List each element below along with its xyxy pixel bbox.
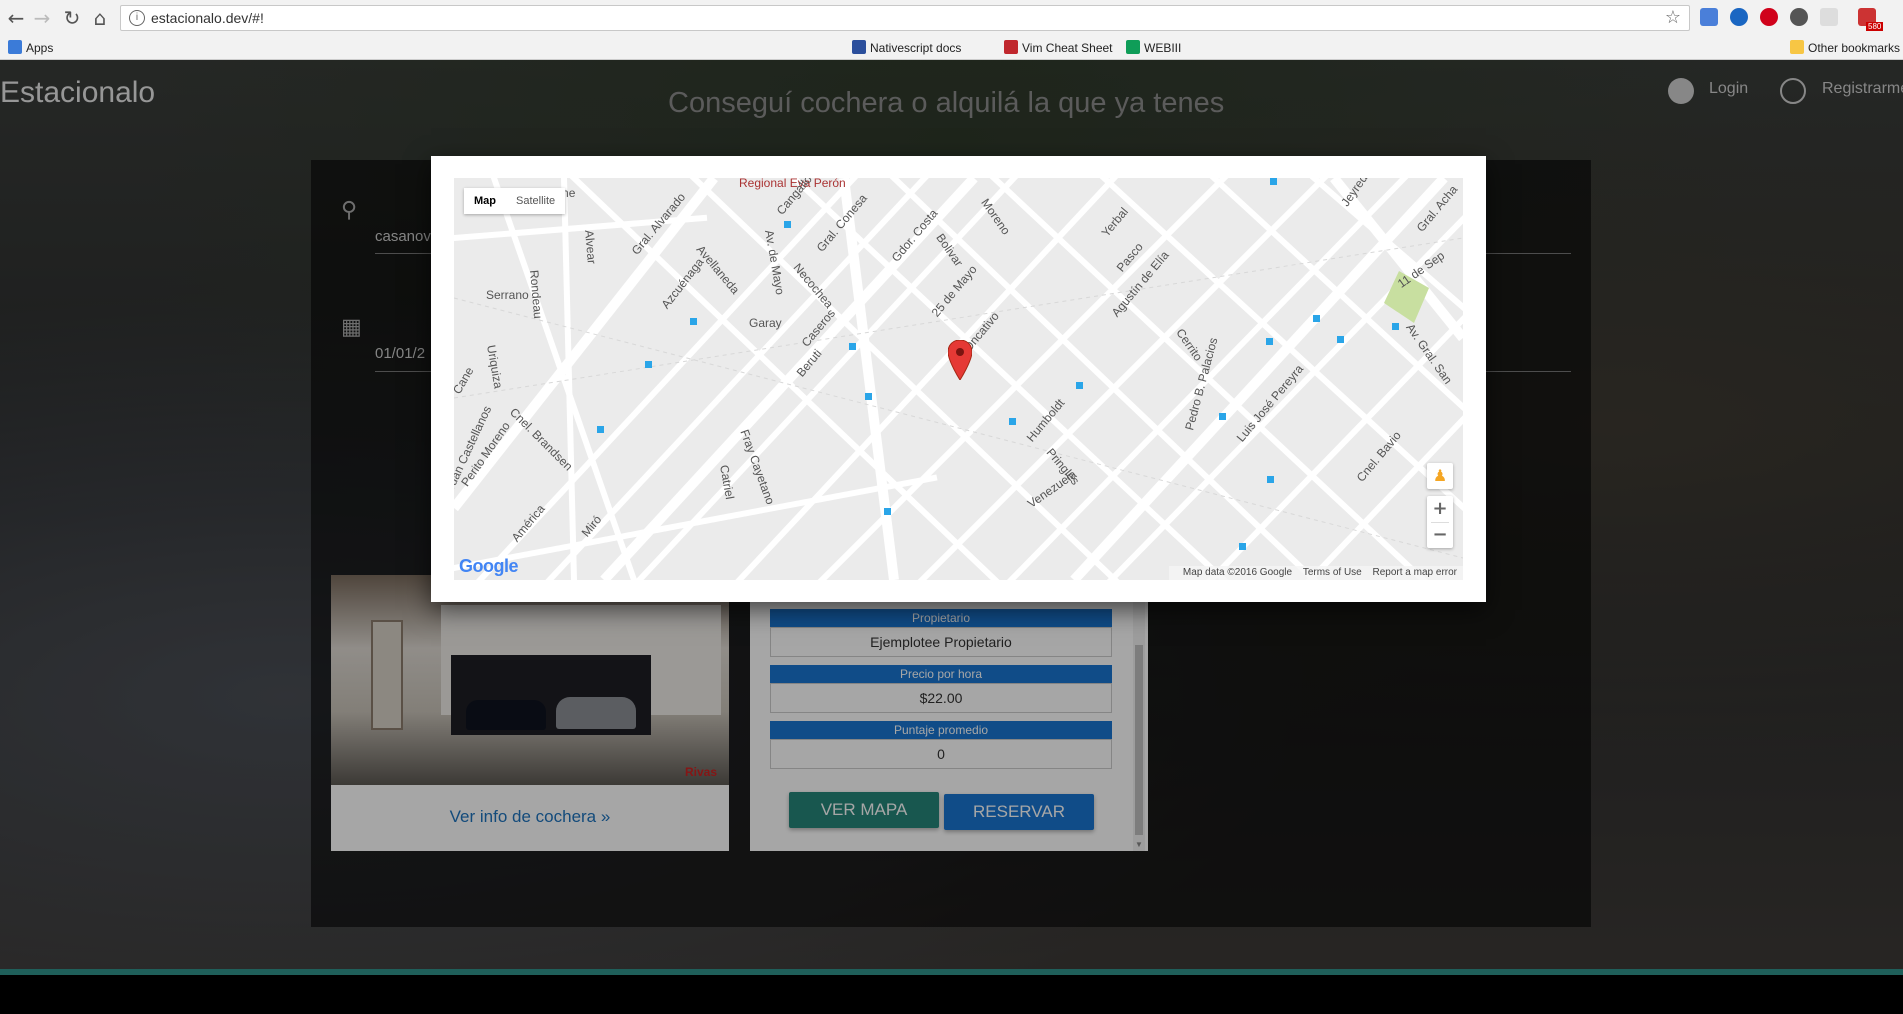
- street-label: Alvear: [582, 229, 599, 265]
- bookmark-label: Vim Cheat Sheet: [1022, 41, 1113, 55]
- info-icon[interactable]: i: [129, 10, 145, 26]
- extension-icon[interactable]: [1820, 8, 1838, 26]
- bookmark-label: Other bookmarks: [1808, 41, 1901, 55]
- home-icon[interactable]: ⌂: [88, 6, 112, 30]
- vim-icon: [1004, 40, 1018, 54]
- map-type-map-button[interactable]: Map: [464, 188, 506, 214]
- map-data-text: Map data ©2016 Google: [1182, 567, 1293, 578]
- bookmark-star-icon[interactable]: ☆: [1665, 7, 1681, 28]
- street-view-pegman-icon[interactable]: ♟: [1427, 463, 1453, 489]
- google-logo[interactable]: Google: [459, 556, 519, 577]
- bookmark-label: WEBIII: [1144, 41, 1182, 55]
- sheets-icon: [1126, 40, 1140, 54]
- url-text: estacionalo.dev/#!: [151, 10, 264, 26]
- google-logo-text: Google: [459, 556, 519, 576]
- google-map[interactable]: Regional Eva Perón Gral. Alvarado Azcuén…: [454, 178, 1463, 580]
- gmail-badge: 580: [1866, 22, 1884, 31]
- bookmark-apps[interactable]: Apps: [8, 39, 53, 57]
- street-label: Serrano: [486, 288, 529, 302]
- zoom-out-button[interactable]: −: [1427, 522, 1453, 548]
- map-type-control: Map Satellite: [464, 188, 566, 214]
- bookmark-label: Nativescript docs: [870, 41, 962, 55]
- bookmark-other[interactable]: Other bookmarks: [1790, 39, 1900, 57]
- map-attribution: Map data ©2016 Google Terms of Use Repor…: [1168, 566, 1463, 580]
- clock-extension-icon[interactable]: [1790, 8, 1808, 26]
- address-bar[interactable]: i estacionalo.dev/#! ☆: [120, 5, 1690, 31]
- apps-icon: [8, 40, 22, 54]
- extension-icon[interactable]: [1730, 8, 1748, 26]
- nativescript-icon: [852, 40, 866, 54]
- report-error-link[interactable]: Report a map error: [1373, 567, 1457, 578]
- forward-icon[interactable]: →: [30, 6, 54, 30]
- street-label: Garay: [749, 316, 782, 330]
- back-icon[interactable]: ←: [4, 6, 28, 30]
- opera-extension-icon[interactable]: [1760, 8, 1778, 26]
- bookmark-webiii[interactable]: WEBIII: [1126, 39, 1181, 57]
- footer-bar: [0, 975, 1903, 1014]
- bookmark-label: Apps: [26, 41, 54, 55]
- map-type-satellite-button[interactable]: Satellite: [506, 188, 565, 214]
- terms-link[interactable]: Terms of Use: [1303, 567, 1362, 578]
- browser-chrome: ← → ↻ ⌂ i estacionalo.dev/#! ☆ 580 Apps: [0, 0, 1903, 92]
- reload-icon[interactable]: ↻: [60, 6, 84, 30]
- bookmarks-bar: Apps Nativescript docs Vim Cheat Sheet W…: [0, 36, 1903, 92]
- zoom-in-button[interactable]: +: [1427, 496, 1453, 522]
- translate-extension-icon[interactable]: [1700, 8, 1718, 26]
- zoom-divider: [1431, 522, 1449, 523]
- browser-toolbar: ← → ↻ ⌂ i estacionalo.dev/#! ☆ 580: [0, 0, 1903, 36]
- zoom-control: + −: [1427, 496, 1453, 548]
- map-marker-icon[interactable]: [948, 340, 972, 380]
- map-modal: Regional Eva Perón Gral. Alvarado Azcuén…: [431, 156, 1486, 602]
- bookmark-nativescript[interactable]: Nativescript docs: [852, 39, 961, 57]
- folder-icon: [1790, 40, 1804, 54]
- bookmark-vim[interactable]: Vim Cheat Sheet: [1004, 39, 1113, 57]
